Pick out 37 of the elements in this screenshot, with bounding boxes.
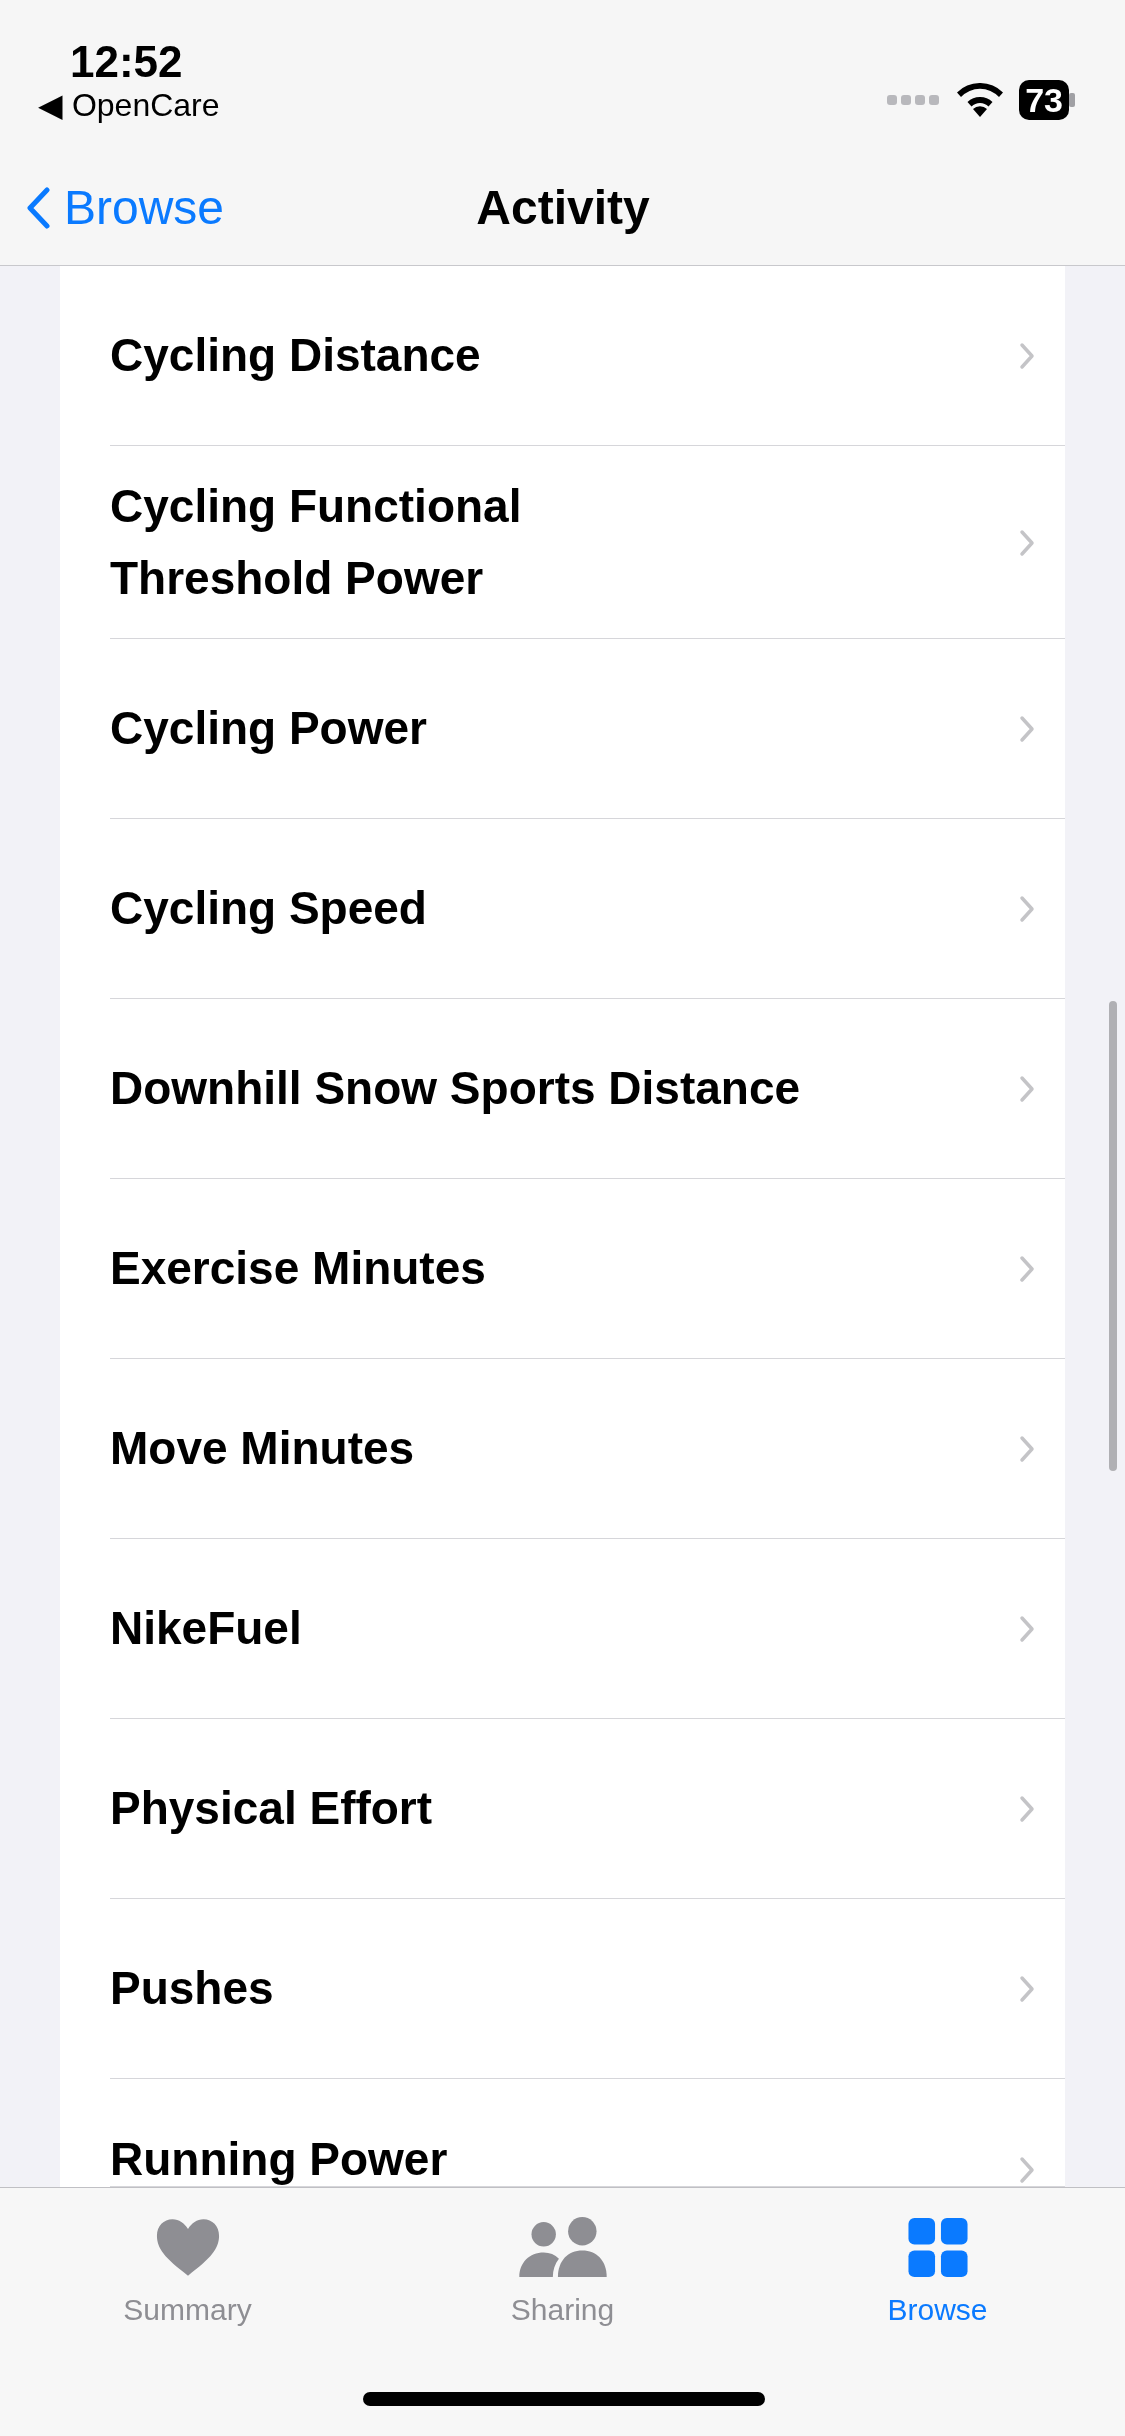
chevron-right-icon xyxy=(1019,1795,1035,1823)
status-time: 12:52 xyxy=(70,38,184,87)
row-label: Pushes xyxy=(110,1961,274,2017)
chevron-right-icon xyxy=(1019,1975,1035,2003)
chevron-right-icon xyxy=(1019,2156,1035,2184)
row-label: Cycling Functional Threshold Power xyxy=(110,479,523,606)
row-label: Downhill Snow Sports Distance xyxy=(110,1061,801,1117)
chevron-left-icon xyxy=(26,186,50,229)
row-label: Exercise Minutes xyxy=(110,1241,486,1297)
row-label: Running Power xyxy=(110,2134,448,2185)
chevron-right-icon xyxy=(1019,1075,1035,1103)
chevron-right-icon xyxy=(1019,1255,1035,1283)
wifi-icon xyxy=(957,83,1004,117)
nav-title: Activity xyxy=(476,179,650,236)
row-label: Cycling Speed xyxy=(110,881,427,937)
back-to-app-link[interactable]: ◀ OpenCare xyxy=(38,86,220,125)
tab-label: Sharing xyxy=(510,2292,615,2328)
row-label: Move Minutes xyxy=(110,1421,415,1477)
back-button[interactable]: Browse xyxy=(26,171,225,244)
chevron-right-icon xyxy=(1019,715,1035,743)
people-icon xyxy=(516,2216,609,2279)
battery-level: 73 xyxy=(1019,80,1069,120)
tab-label: Summary xyxy=(123,2292,252,2328)
back-label: Browse xyxy=(64,179,225,236)
row-label: NikeFuel xyxy=(110,1601,302,1657)
row-label: Cycling Power xyxy=(110,701,427,757)
tab-item[interactable]: Browse xyxy=(817,2216,1058,2332)
chevron-right-icon xyxy=(1019,1615,1035,1643)
battery-tip-icon xyxy=(1069,93,1075,107)
chevron-right-icon xyxy=(1019,895,1035,923)
chevron-right-icon xyxy=(1019,1435,1035,1463)
tab-label: Browse xyxy=(887,2292,988,2328)
chevron-right-icon xyxy=(1019,342,1035,370)
row-label: Cycling Distance xyxy=(110,328,481,384)
signal-icon xyxy=(887,93,942,107)
chevron-right-icon xyxy=(1019,528,1035,557)
row-label: Physical Effort xyxy=(110,1781,433,1837)
